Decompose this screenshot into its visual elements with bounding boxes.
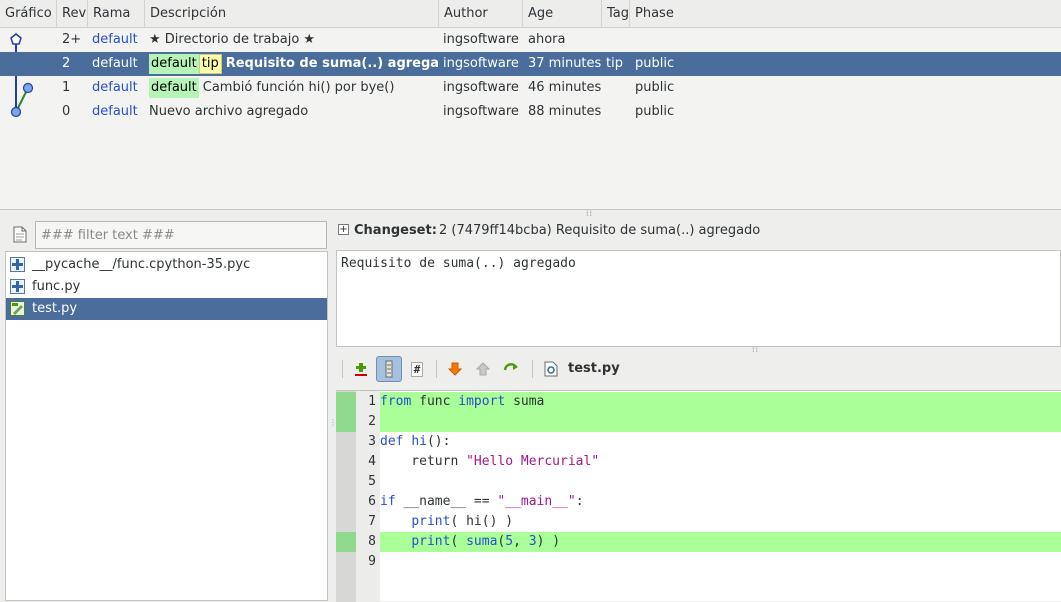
changeset-value: 2 (7479ff14bcba) Requisito de suma(..) a… — [439, 223, 761, 238]
file-list-item[interactable]: func.py — [6, 276, 327, 298]
rev-cell: 0 — [62, 104, 71, 119]
author-cell: ingsoftware — [443, 104, 519, 119]
col-phase-header[interactable]: Phase — [630, 0, 1061, 28]
prev-diff-icon[interactable] — [472, 358, 494, 380]
age-cell: ahora — [528, 32, 566, 47]
toolbar-separator — [532, 360, 533, 378]
code-line: 4 return "Hello Mercurial" — [336, 452, 1061, 472]
line-number: 5 — [368, 474, 376, 489]
author-cell: ingsoftware — [443, 32, 519, 47]
line-number: 4 — [368, 454, 376, 469]
rev-cell: 2+ — [62, 32, 82, 47]
code-line-added: 8 print( suma(5, 3) ) — [336, 532, 1061, 552]
file-modified-icon — [10, 301, 25, 316]
desc-cell: Nuevo archivo agregado — [149, 104, 309, 119]
line-number: 1 — [368, 394, 376, 409]
revlog-row[interactable]: 1 default default Cambió función hi() por… — [0, 76, 1061, 100]
code-line: 5 — [336, 472, 1061, 492]
phase-cell: public — [635, 56, 675, 71]
toolbar-separator — [342, 360, 343, 378]
branch-cell: default — [92, 32, 138, 47]
desc-cell: ★ Directorio de trabajo ★ — [149, 32, 316, 47]
changeset-header: + Changeset: 2 (7479ff14bcba) Requisito … — [336, 220, 1061, 244]
revlog-header: Gráfico Rev Rama Descripción Author Age … — [0, 0, 1061, 28]
col-age-header[interactable]: Age — [523, 0, 602, 28]
code-line: 7 print( hi() ) — [336, 512, 1061, 532]
col-rev-header[interactable]: Rev — [57, 0, 88, 28]
rev-cell: 2 — [62, 56, 71, 71]
line-number: 2 — [368, 414, 376, 429]
branch-cell: default — [92, 56, 138, 71]
col-graph-header[interactable]: Gráfico — [0, 0, 57, 28]
code-text: print( suma(5, 3) ) — [411, 534, 561, 549]
author-cell: ingsoftware — [443, 56, 519, 71]
file-name: func.py — [32, 279, 81, 294]
file-name: __pycache__/func.cpython-35.pyc — [32, 257, 251, 272]
revlog-row[interactable]: 2+ default ★ Directorio de trabajo ★ ing… — [0, 28, 1061, 52]
branch-tag: default — [149, 54, 199, 74]
desc-cell: default tip Requisito de suma(..) agregado — [149, 52, 439, 76]
line-numbers-icon[interactable]: # — [406, 358, 428, 380]
age-cell: 46 minutes — [528, 80, 602, 95]
tip-tag: tip — [198, 54, 222, 74]
code-text: return "Hello Mercurial" — [380, 454, 600, 469]
line-number: 3 — [368, 434, 376, 449]
line-number: 6 — [368, 494, 376, 509]
desc-text: Cambió función hi() por bye() — [202, 80, 395, 95]
phase-cell: public — [635, 80, 675, 95]
file-list-item[interactable]: __pycache__/func.cpython-35.pyc — [6, 254, 327, 276]
file-added-icon — [10, 279, 25, 294]
col-branch-header[interactable]: Rama — [88, 0, 145, 28]
splitter-handle-horizontal[interactable]: ⁞⁞ — [586, 209, 593, 218]
col-author-header[interactable]: Author — [439, 0, 523, 28]
age-cell: 88 minutes — [528, 104, 602, 119]
desc-text: Requisito de suma(..) agregado — [225, 56, 439, 71]
code-text: def hi(): — [380, 434, 451, 449]
commit-message: Requisito de suma(..) agregado — [336, 250, 1061, 347]
diff-filename: test.py — [568, 361, 620, 376]
revision-log: Gráfico Rev Rama Descripción Author Age … — [0, 0, 1061, 210]
rotate-icon[interactable] — [500, 358, 522, 380]
branch-cell: default — [92, 80, 138, 95]
code-diff-view[interactable]: 1 from func import suma 2 3 def hi(): 4 … — [336, 390, 1061, 602]
code-line: 3 def hi(): — [336, 432, 1061, 452]
branch-tag: default — [149, 78, 199, 98]
file-list-item-selected[interactable]: test.py — [6, 298, 327, 320]
code-text: from func import suma — [380, 394, 545, 409]
next-diff-icon[interactable] — [444, 358, 466, 380]
file-list: __pycache__/func.cpython-35.pyc func.py … — [5, 251, 328, 601]
code-line: 9 — [336, 552, 1061, 572]
file-name: test.py — [32, 301, 78, 316]
changeset-label: Changeset: — [354, 223, 437, 238]
code-line-added: 2 — [336, 412, 1061, 432]
diff-mode-icon[interactable] — [376, 356, 402, 382]
file-filter-icon[interactable] — [13, 226, 27, 243]
line-number: 9 — [368, 554, 376, 569]
code-line-added: 1 from func import suma — [336, 392, 1061, 412]
tag-cell: tip — [606, 56, 623, 71]
toolbar-separator — [436, 360, 437, 378]
annotate-icon[interactable] — [350, 358, 372, 380]
rev-cell: 1 — [62, 80, 71, 95]
branch-cell: default — [92, 104, 138, 119]
author-cell: ingsoftware — [443, 80, 519, 95]
phase-cell: public — [635, 104, 675, 119]
diff-toolbar: # test.py — [336, 353, 1061, 387]
revlog-row[interactable]: 0 default Nuevo archivo agregado ingsoft… — [0, 100, 1061, 124]
file-filter-input[interactable] — [35, 221, 327, 249]
age-cell: 37 minutes — [528, 56, 602, 71]
revlog-row-selected[interactable]: 2 default default tip Requisito de suma(..… — [0, 52, 1061, 76]
col-tag-header[interactable]: Tag — [602, 0, 630, 28]
code-text: if __name__ == "__main__": — [380, 494, 584, 509]
expand-icon[interactable]: + — [338, 224, 349, 235]
file-added-icon — [10, 257, 25, 272]
code-text: print( hi() ) — [411, 514, 514, 529]
col-desc-header[interactable]: Descripción — [145, 0, 439, 28]
line-number: 8 — [368, 534, 376, 549]
code-line: 6 if __name__ == "__main__": — [336, 492, 1061, 512]
line-number: 7 — [368, 514, 376, 529]
file-view-icon[interactable] — [540, 358, 562, 380]
desc-cell: default Cambió función hi() por bye() — [149, 76, 439, 100]
